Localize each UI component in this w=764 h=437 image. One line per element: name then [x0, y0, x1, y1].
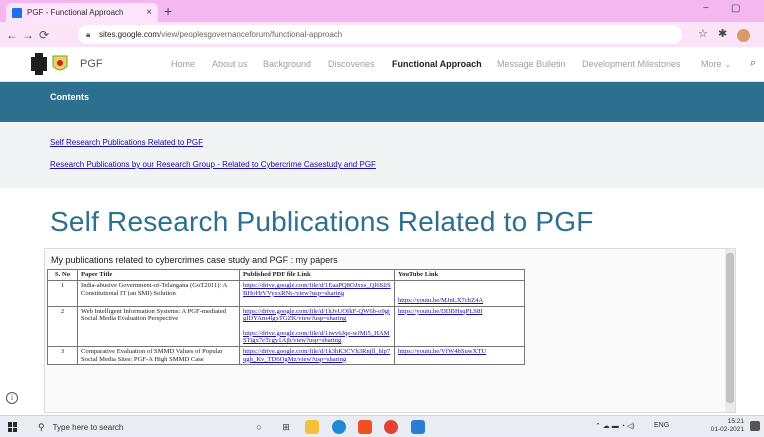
- minimize-button[interactable]: −: [703, 3, 709, 14]
- bookmark-star-icon[interactable]: ☆: [698, 27, 708, 40]
- scrollbar-thumb[interactable]: [726, 253, 734, 403]
- pdf-cell: https://drive.google.com/file/d/1k3hK3CV…: [239, 345, 395, 366]
- address-bar-row: ← → ⟳ 🔒︎ sites.google.com/view/peoplesgo…: [0, 22, 764, 47]
- taskbar-clock[interactable]: 15:21 01-02-2021: [711, 418, 744, 434]
- column-header: YouTube Link: [394, 269, 525, 281]
- tab-close-icon[interactable]: ×: [146, 7, 152, 18]
- clock-time: 15:21: [727, 418, 744, 425]
- mail-icon[interactable]: [411, 420, 425, 434]
- windows-taskbar: ⚲ Type here to search ○ ⊞ ⌃ ☁ ▬ ◔ ◁) ENG…: [0, 415, 764, 437]
- tab-title: PGF - Functional Approach: [27, 8, 124, 17]
- publications-table: S. No Paper Title Published PDF file Lin…: [47, 269, 525, 366]
- embedded-document[interactable]: My publications related to cybercrimes c…: [44, 248, 736, 413]
- language-indicator[interactable]: ENG: [654, 422, 669, 429]
- search-icon: ⚲: [38, 421, 45, 432]
- reload-icon[interactable]: ⟳: [36, 28, 52, 42]
- youtube-cell: https://youtu.be/VfW4bSuwXTU: [394, 345, 525, 366]
- contents-title: Contents: [50, 92, 89, 102]
- info-icon[interactable]: i: [6, 392, 18, 404]
- back-arrow-icon[interactable]: ←: [4, 28, 20, 42]
- site-header: PGF Home About us Background Discoveries…: [0, 47, 764, 82]
- nav-development-milestones[interactable]: Development Milestones: [582, 59, 681, 69]
- clock-date: 01-02-2021: [710, 426, 744, 433]
- toc-link-self-research[interactable]: Self Research Publications Related to PG…: [50, 138, 203, 147]
- browser-tab[interactable]: PGF - Functional Approach ×: [6, 3, 158, 22]
- edge-icon[interactable]: [332, 420, 346, 434]
- task-view-icon[interactable]: ⊞: [279, 420, 293, 434]
- youtube-cell: https://youtu.be/DDBHsqPLS8I: [394, 305, 525, 347]
- nav-functional-approach[interactable]: Functional Approach: [392, 59, 482, 69]
- nav-home[interactable]: Home: [171, 59, 195, 69]
- forward-arrow-icon[interactable]: →: [20, 28, 36, 42]
- paper-title: India-abusive Government-of-Telangana (G…: [77, 280, 240, 307]
- nav-more[interactable]: More ⌄: [701, 59, 732, 70]
- url-host: sites.google.com: [99, 30, 160, 39]
- contents-banner: Contents: [0, 82, 764, 122]
- nav-about-us[interactable]: About us: [212, 59, 248, 69]
- link-spacer: [243, 323, 391, 330]
- pdf-link[interactable]: https://drive.google.com/file/d/1hJvUOfk…: [243, 308, 391, 323]
- windows-start-icon[interactable]: [8, 422, 18, 432]
- office-icon[interactable]: [358, 420, 372, 434]
- url-path: /view/peoplesgovernanceforum/functional-…: [159, 30, 343, 39]
- youtube-link[interactable]: https://youtu.be/DDBHsqPLS8I: [398, 308, 521, 316]
- column-header: Paper Title: [77, 269, 240, 281]
- row-number: 3: [47, 345, 78, 366]
- cortana-icon[interactable]: ○: [252, 420, 266, 434]
- row-number: 2: [47, 305, 78, 347]
- pdf-cell: https://drive.google.com/file/d/1EaaPQ8O…: [239, 280, 395, 307]
- table-row: 3 Comparative Evaluation of SMMD Values …: [47, 345, 525, 366]
- system-tray-icons[interactable]: ⌃ ☁ ▬ ◔ ◁): [595, 422, 635, 430]
- nav-background[interactable]: Background: [263, 59, 311, 69]
- pdf-cell: https://drive.google.com/file/d/1hJvUOfk…: [239, 305, 395, 347]
- youtube-cell: https://youtu.be/MJnLX7cbZ4A: [394, 280, 525, 307]
- nav-message-bulletin[interactable]: Message Bulletin: [497, 59, 566, 69]
- document-heading: My publications related to cybercrimes c…: [51, 255, 338, 265]
- paper-title: Comparative Evaluation of SMMD Values of…: [77, 345, 240, 366]
- search-icon[interactable]: ⌕: [750, 57, 756, 70]
- youtube-link[interactable]: https://youtu.be/VfW4bSuwXTU: [398, 348, 521, 356]
- file-explorer-icon[interactable]: [305, 420, 319, 434]
- table-header-row: S. No Paper Title Published PDF file Lin…: [47, 269, 525, 281]
- profile-avatar[interactable]: [737, 29, 750, 42]
- lock-icon: 🔒︎: [86, 30, 91, 39]
- table-row: 2 Web Intelligent Information Systems: A…: [47, 305, 525, 347]
- row-number: 1: [47, 280, 78, 307]
- column-header: S. No: [47, 269, 78, 281]
- document-scrollbar[interactable]: [725, 249, 735, 412]
- pdf-link[interactable]: https://drive.google.com/file/d/1k3hK3CV…: [243, 348, 391, 363]
- new-tab-button[interactable]: +: [164, 3, 172, 19]
- site-favicon-icon: [12, 7, 22, 18]
- pdf-link[interactable]: https://drive.google.com/file/d/1EaaPQ8O…: [243, 282, 391, 297]
- table-row: 1 India-abusive Government-of-Telangana …: [47, 280, 525, 307]
- chevron-down-icon: ⌄: [724, 59, 732, 69]
- column-header: Published PDF file Link: [239, 269, 395, 281]
- toc-link-research-group[interactable]: Research Publications by our Research Gr…: [50, 160, 376, 169]
- url-field[interactable]: 🔒︎ sites.google.com/view/peoplesgovernan…: [78, 25, 682, 44]
- taskbar-search-placeholder: Type here to search: [52, 422, 124, 432]
- paper-title: Web Intelligent Information Systems: A P…: [77, 305, 240, 347]
- nav-more-label: More: [701, 59, 722, 69]
- taskbar-search-field[interactable]: ⚲ Type here to search: [38, 418, 233, 436]
- pgf-logo-icon[interactable]: [31, 53, 71, 75]
- chrome-icon[interactable]: [384, 420, 398, 434]
- site-name[interactable]: PGF: [80, 58, 103, 70]
- page-title: Self Research Publications Related to PG…: [50, 206, 594, 237]
- maximize-button[interactable]: ▢: [731, 3, 740, 14]
- extension-icon[interactable]: ✱: [718, 27, 727, 40]
- pdf-link[interactable]: https://drive.google.com/file/d/1iwv6Jqe…: [243, 330, 391, 345]
- notification-icon[interactable]: [750, 421, 760, 431]
- nav-discoveries[interactable]: Discoveries: [328, 59, 375, 69]
- youtube-link[interactable]: https://youtu.be/MJnLX7cbZ4A: [398, 297, 521, 305]
- browser-tab-strip: PGF - Functional Approach × + − ▢: [0, 0, 764, 22]
- toc-section: Self Research Publications Related to PG…: [0, 122, 764, 188]
